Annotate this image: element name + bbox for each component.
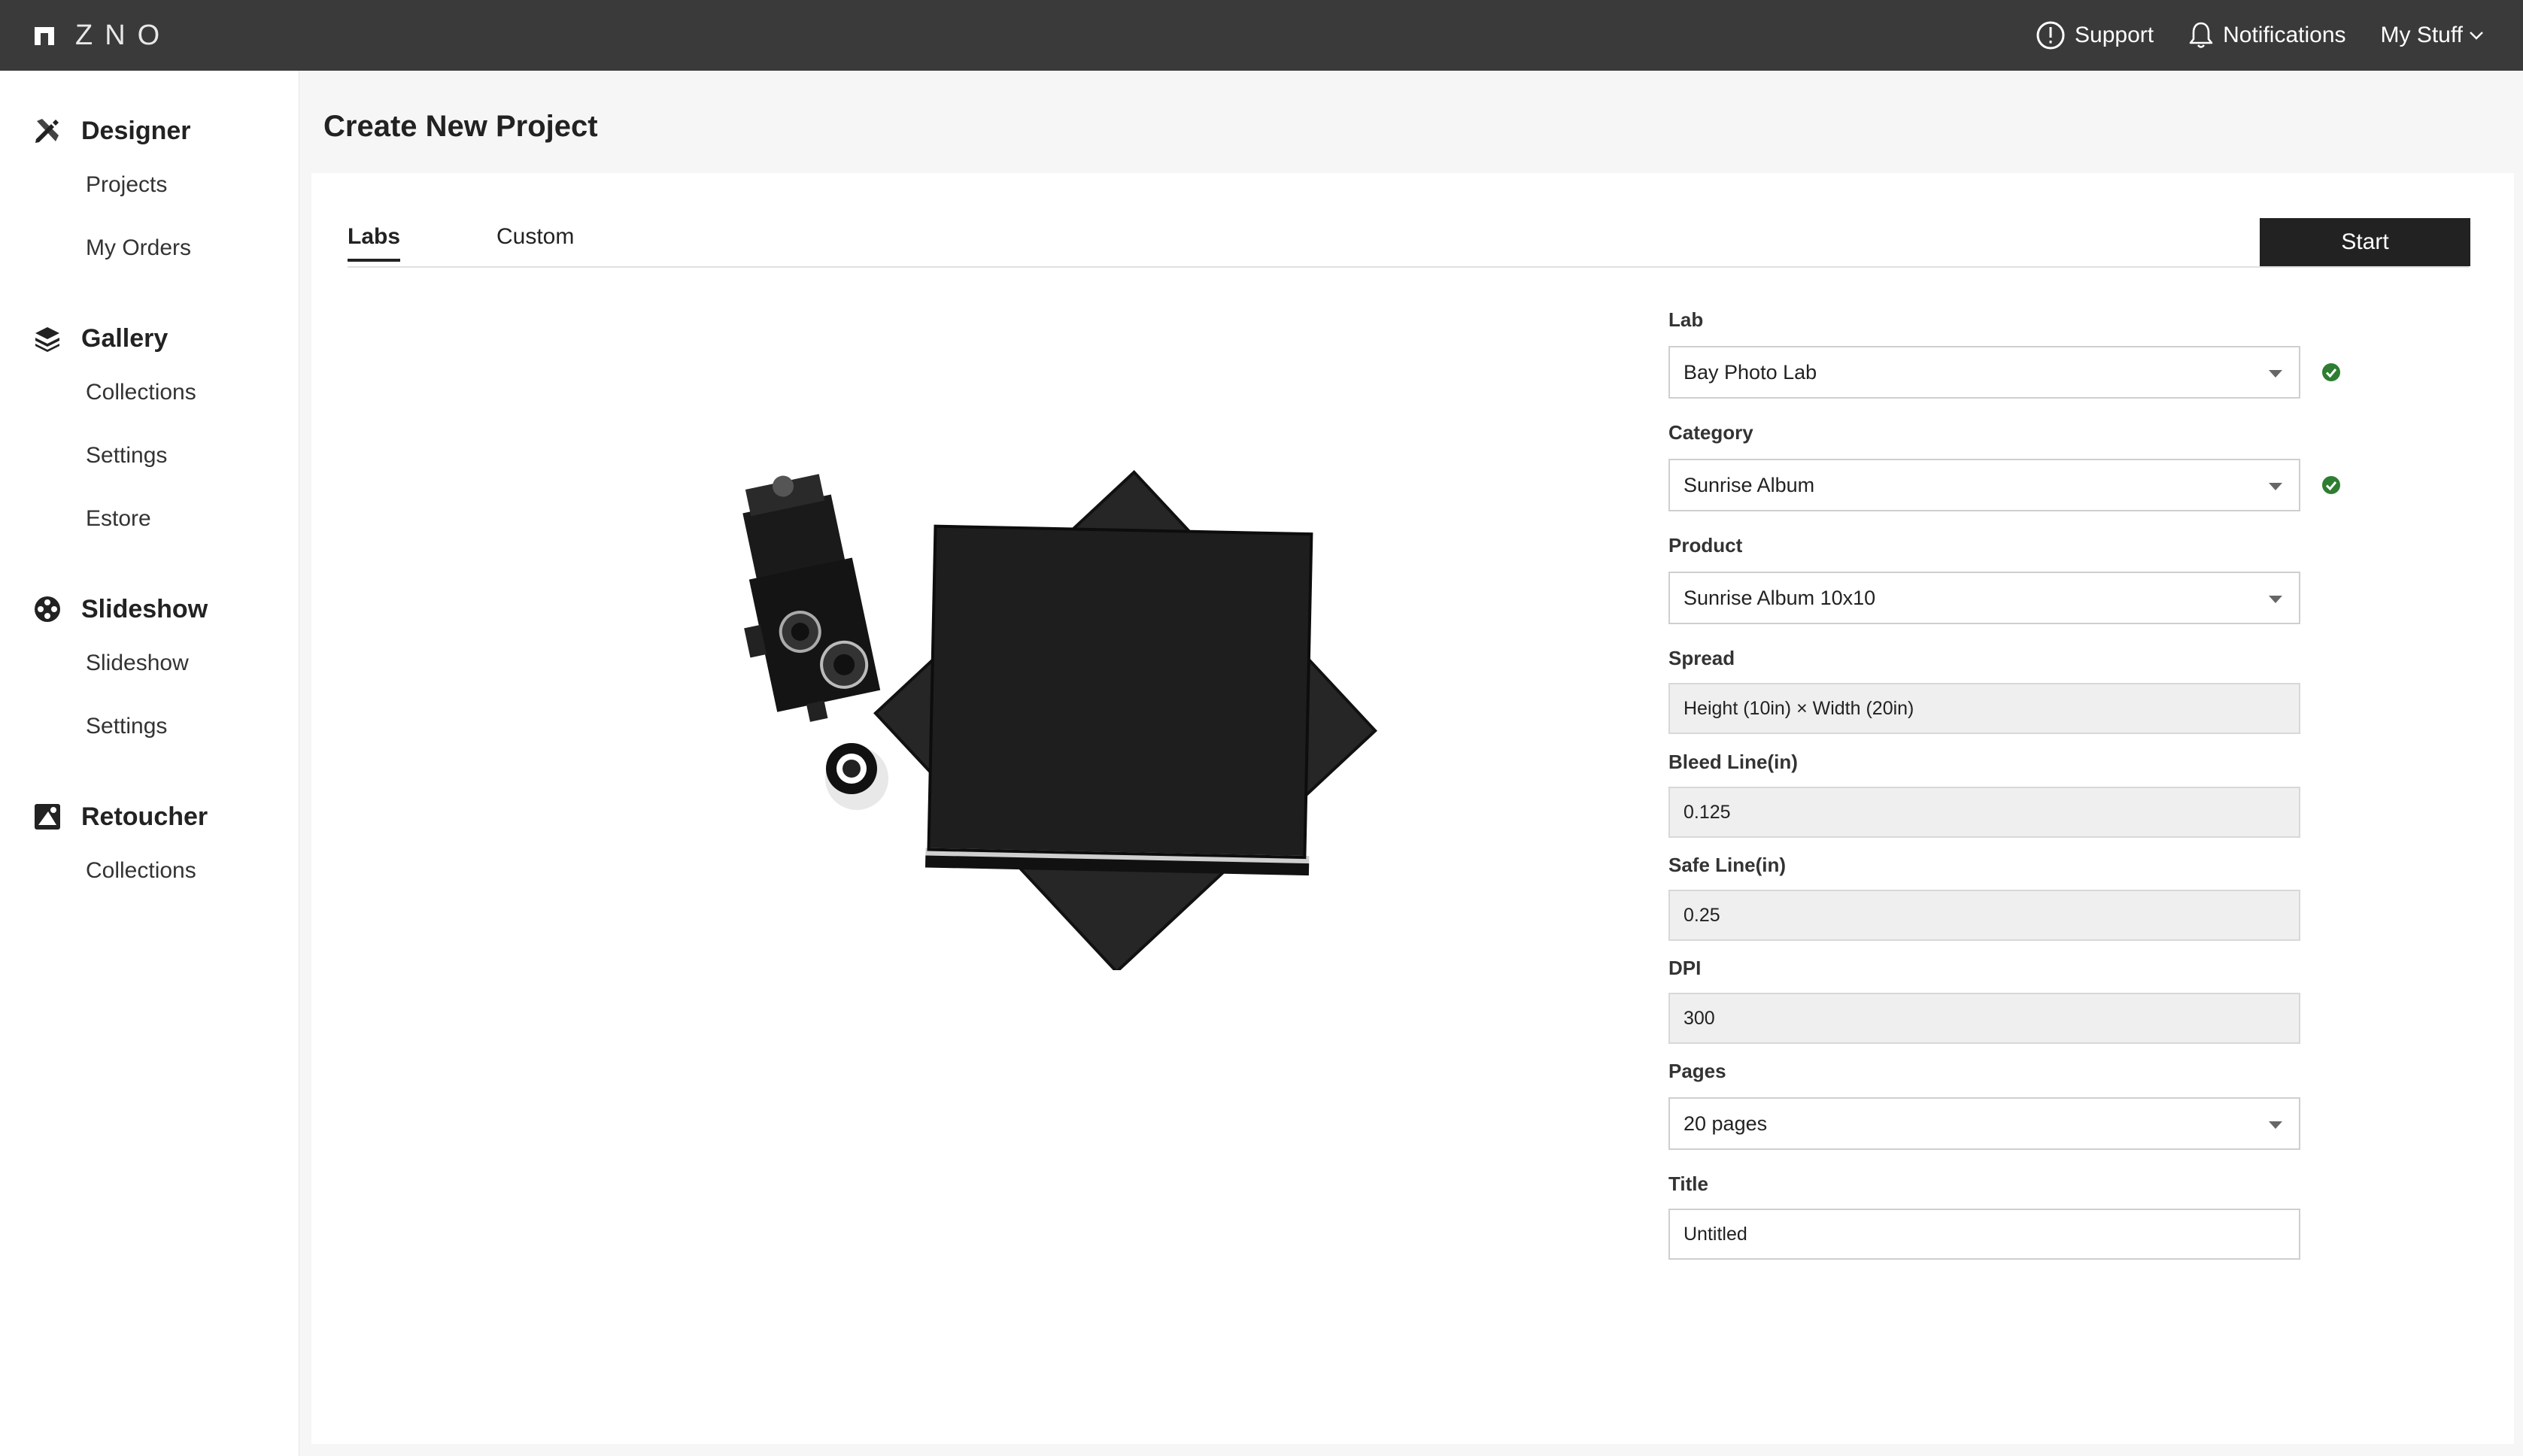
camera-graphic bbox=[742, 474, 881, 722]
page-title: Create New Project bbox=[323, 110, 598, 143]
top-bar: ZNO Support Notifications My Stuff bbox=[0, 0, 2523, 71]
title-label: Title bbox=[1668, 1172, 1708, 1195]
check-circle-icon bbox=[2321, 475, 2341, 495]
dpi-label: DPI bbox=[1668, 957, 1702, 979]
bleed-line-value: 0.125 bbox=[1684, 801, 1731, 823]
lab-select[interactable]: Bay Photo Lab bbox=[1668, 346, 2300, 399]
sidebar-head-label: Retoucher bbox=[81, 802, 208, 831]
designer-icon bbox=[35, 119, 59, 143]
title-input[interactable]: Untitled bbox=[1668, 1209, 2300, 1260]
caret-down-icon bbox=[2269, 370, 2282, 378]
title-value: Untitled bbox=[1684, 1223, 1747, 1245]
title-field: Title Untitled bbox=[1668, 1172, 2345, 1260]
top-right-menu: Support Notifications My Stuff bbox=[2001, 20, 2484, 50]
product-select[interactable]: Sunrise Album 10x10 bbox=[1668, 572, 2300, 624]
caret-down-icon bbox=[2269, 596, 2282, 603]
my-stuff-menu[interactable]: My Stuff bbox=[2381, 23, 2484, 48]
sidebar-section-designer: Designer Projects My Orders bbox=[0, 108, 299, 280]
sidebar-item-slideshow[interactable]: Slideshow bbox=[0, 632, 299, 695]
support-link[interactable]: Support bbox=[2036, 20, 2154, 50]
safe-line-value: 0.25 bbox=[1684, 904, 1720, 926]
sidebar-item-slideshow-settings[interactable]: Settings bbox=[0, 695, 299, 758]
caret-down-icon bbox=[2269, 1121, 2282, 1129]
category-select[interactable]: Sunrise Album bbox=[1668, 459, 2300, 511]
lab-field: Lab Bay Photo Lab bbox=[1668, 308, 2345, 399]
tab-labs[interactable]: Labs bbox=[348, 224, 401, 262]
dpi-field: DPI 300 bbox=[1668, 957, 2345, 1044]
category-value: Sunrise Album bbox=[1684, 473, 1815, 496]
category-label: Category bbox=[1668, 421, 1753, 444]
product-field: Product Sunrise Album 10x10 bbox=[1668, 534, 2345, 624]
spread-field: Spread Height (10in) × Width (20in) bbox=[1668, 647, 2345, 734]
loupe-graphic bbox=[825, 743, 888, 810]
lab-value: Bay Photo Lab bbox=[1684, 360, 1817, 384]
sidebar-section-retoucher: Retoucher Collections bbox=[0, 794, 299, 902]
project-tabs: Labs Custom bbox=[348, 218, 2469, 268]
spread-value: Height (10in) × Width (20in) bbox=[1684, 697, 1914, 719]
sidebar-head-label: Designer bbox=[81, 116, 191, 145]
sidebar-head-label: Slideshow bbox=[81, 594, 208, 623]
retoucher-icon bbox=[35, 804, 60, 830]
lab-label: Lab bbox=[1668, 308, 1704, 331]
product-preview-image bbox=[590, 429, 1417, 974]
pages-label: Pages bbox=[1668, 1060, 1726, 1082]
notifications-link[interactable]: Notifications bbox=[2188, 21, 2346, 50]
film-reel-icon bbox=[35, 596, 60, 622]
sidebar-section-slideshow: Slideshow Slideshow Settings bbox=[0, 587, 299, 758]
support-label: Support bbox=[2075, 23, 2154, 47]
bleed-line-input: 0.125 bbox=[1668, 787, 2300, 838]
safe-line-field: Safe Line(in) 0.25 bbox=[1668, 854, 2345, 941]
bleed-line-field: Bleed Line(in) 0.125 bbox=[1668, 751, 2345, 838]
sidebar: Designer Projects My Orders Gallery Coll… bbox=[0, 71, 299, 1456]
create-project-panel: Labs Custom Start Lab Bay Photo Lab Cate… bbox=[311, 173, 2514, 1444]
sidebar-item-estore[interactable]: Estore bbox=[0, 487, 299, 551]
logo-text: ZNO bbox=[75, 19, 172, 51]
gallery-layers-icon bbox=[35, 327, 59, 352]
sidebar-item-projects[interactable]: Projects bbox=[0, 153, 299, 217]
pages-select[interactable]: 20 pages bbox=[1668, 1097, 2300, 1150]
pages-field: Pages 20 pages bbox=[1668, 1060, 2345, 1150]
caret-down-icon bbox=[2269, 483, 2282, 490]
spread-input: Height (10in) × Width (20in) bbox=[1668, 683, 2300, 734]
sidebar-head-slideshow[interactable]: Slideshow bbox=[0, 587, 299, 632]
product-label: Product bbox=[1668, 534, 1743, 557]
sidebar-head-designer[interactable]: Designer bbox=[0, 108, 299, 153]
chevron-down-icon bbox=[2470, 32, 2483, 40]
tab-custom[interactable]: Custom bbox=[496, 224, 574, 259]
start-button[interactable]: Start bbox=[2260, 218, 2470, 266]
zno-logo-icon bbox=[33, 24, 56, 47]
sidebar-section-gallery: Gallery Collections Settings Estore bbox=[0, 316, 299, 551]
product-value: Sunrise Album 10x10 bbox=[1684, 586, 1876, 609]
sidebar-item-gallery-collections[interactable]: Collections bbox=[0, 361, 299, 424]
sidebar-head-retoucher[interactable]: Retoucher bbox=[0, 794, 299, 839]
sidebar-head-gallery[interactable]: Gallery bbox=[0, 316, 299, 361]
pages-value: 20 pages bbox=[1684, 1112, 1768, 1135]
safe-line-input: 0.25 bbox=[1668, 890, 2300, 941]
sidebar-item-retoucher-collections[interactable]: Collections bbox=[0, 839, 299, 902]
bell-icon bbox=[2189, 22, 2213, 48]
check-circle-icon bbox=[2321, 362, 2341, 382]
dpi-value: 300 bbox=[1684, 1007, 1715, 1029]
logo[interactable]: ZNO bbox=[33, 20, 172, 52]
my-stuff-label: My Stuff bbox=[2380, 23, 2463, 47]
alert-circle-icon bbox=[2036, 21, 2065, 50]
sidebar-head-label: Gallery bbox=[81, 323, 169, 353]
safe-line-label: Safe Line(in) bbox=[1668, 854, 1787, 876]
sidebar-item-my-orders[interactable]: My Orders bbox=[0, 217, 299, 280]
bleed-line-label: Bleed Line(in) bbox=[1668, 751, 1798, 773]
notifications-label: Notifications bbox=[2223, 23, 2346, 47]
dpi-input: 300 bbox=[1668, 993, 2300, 1044]
sidebar-item-gallery-settings[interactable]: Settings bbox=[0, 424, 299, 487]
category-field: Category Sunrise Album bbox=[1668, 421, 2345, 511]
spread-label: Spread bbox=[1668, 647, 1735, 669]
